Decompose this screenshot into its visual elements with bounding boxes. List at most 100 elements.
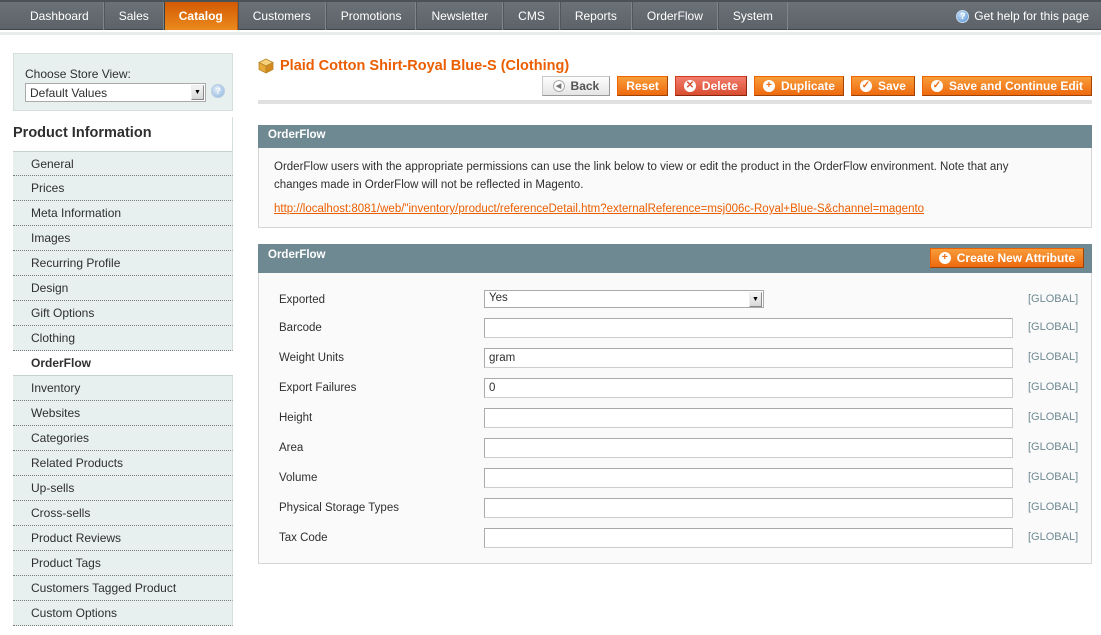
- nav-cms[interactable]: CMS: [503, 2, 560, 30]
- scope-label: [GLOBAL]: [1028, 441, 1079, 453]
- weight-units-input[interactable]: [484, 348, 1013, 368]
- height-input[interactable]: [484, 408, 1013, 428]
- tab-meta-information[interactable]: Meta Information: [13, 201, 233, 226]
- nav-reports[interactable]: Reports: [559, 2, 632, 30]
- tab-cross-sells[interactable]: Cross-sells: [13, 501, 233, 526]
- form-row-exported: Exported Yes ▼ [GLOBAL]: [259, 290, 1091, 312]
- store-view-select[interactable]: Default Values ▼: [25, 83, 206, 102]
- exported-select[interactable]: Yes ▼: [484, 290, 764, 308]
- tab-recurring-profile[interactable]: Recurring Profile: [13, 251, 233, 276]
- check-circle-icon: ✓: [930, 80, 943, 92]
- height-label: Height: [279, 412, 313, 424]
- physical-storage-types-input[interactable]: [484, 498, 1013, 518]
- volume-label: Volume: [279, 472, 318, 484]
- nav-system[interactable]: System: [717, 2, 788, 30]
- nav-dashboard[interactable]: Dashboard: [16, 2, 104, 30]
- help-link[interactable]: ? Get help for this page: [956, 2, 1089, 30]
- nav-promotions[interactable]: Promotions: [325, 2, 417, 30]
- close-circle-icon: ✕: [683, 80, 696, 92]
- orderflow-attrs-heading: OrderFlow: [268, 249, 326, 261]
- nav-customers[interactable]: Customers: [237, 2, 326, 30]
- scope-label: [GLOBAL]: [1028, 471, 1079, 483]
- delete-button-label: Delete: [701, 79, 738, 93]
- scope-label: [GLOBAL]: [1028, 501, 1079, 513]
- top-navigation: Dashboard Sales Catalog Customers Promot…: [0, 0, 1101, 35]
- create-new-attribute-button[interactable]: + Create New Attribute: [929, 248, 1084, 268]
- export-failures-label: Export Failures: [279, 382, 357, 394]
- save-button[interactable]: ✓ Save: [850, 76, 915, 96]
- plus-circle-icon: +: [762, 80, 775, 92]
- orderflow-attrs-body: Exported Yes ▼ [GLOBAL] Barcode [GLOBAL]…: [258, 273, 1092, 564]
- duplicate-button[interactable]: + Duplicate: [753, 76, 844, 96]
- tab-inventory[interactable]: Inventory: [13, 376, 233, 401]
- tax-code-input[interactable]: [484, 528, 1013, 548]
- orderflow-info-header: OrderFlow: [258, 125, 1092, 148]
- chevron-down-icon: ▼: [749, 292, 762, 307]
- tab-clothing[interactable]: Clothing: [13, 326, 233, 351]
- nav-underbar: [0, 32, 1101, 35]
- tab-images[interactable]: Images: [13, 226, 233, 251]
- barcode-label: Barcode: [279, 322, 322, 334]
- weight-units-label: Weight Units: [279, 352, 344, 364]
- tab-prices[interactable]: Prices: [13, 176, 233, 201]
- tab-customers-tagged-product[interactable]: Customers Tagged Product: [13, 576, 233, 601]
- tab-up-sells[interactable]: Up-sells: [13, 476, 233, 501]
- nav-catalog[interactable]: Catalog: [163, 2, 238, 30]
- product-tabs: General Prices Meta Information Images R…: [13, 151, 233, 626]
- scope-label: [GLOBAL]: [1028, 381, 1079, 393]
- form-row-barcode: Barcode [GLOBAL]: [259, 318, 1091, 340]
- store-switcher: Choose Store View: Default Values ▼ ?: [13, 53, 233, 111]
- create-new-attribute-label: Create New Attribute: [956, 251, 1075, 265]
- scope-label: [GLOBAL]: [1028, 293, 1079, 305]
- orderflow-attrs-header: OrderFlow + Create New Attribute: [258, 244, 1092, 273]
- tab-orderflow[interactable]: OrderFlow: [13, 351, 233, 376]
- title-separator: [258, 100, 1092, 104]
- orderflow-info-body: OrderFlow users with the appropriate per…: [258, 148, 1092, 228]
- duplicate-button-label: Duplicate: [780, 79, 835, 93]
- orderflow-info-line1: OrderFlow users with the appropriate per…: [274, 161, 1009, 173]
- reset-button-label: Reset: [626, 79, 659, 93]
- scope-label: [GLOBAL]: [1028, 351, 1079, 363]
- form-row-area: Area [GLOBAL]: [259, 438, 1091, 460]
- orderflow-info-line2: changes made in OrderFlow will not be re…: [274, 179, 584, 191]
- tab-related-products[interactable]: Related Products: [13, 451, 233, 476]
- export-failures-input[interactable]: [484, 378, 1013, 398]
- tab-product-tags[interactable]: Product Tags: [13, 551, 233, 576]
- tab-gift-options[interactable]: Gift Options: [13, 301, 233, 326]
- tab-product-reviews[interactable]: Product Reviews: [13, 526, 233, 551]
- delete-button[interactable]: ✕ Delete: [674, 76, 747, 96]
- tax-code-label: Tax Code: [279, 532, 328, 544]
- save-button-label: Save: [877, 79, 906, 93]
- help-link-label: Get help for this page: [974, 9, 1089, 23]
- page-title: Plaid Cotton Shirt-Royal Blue-S (Clothin…: [258, 58, 569, 74]
- tab-websites[interactable]: Websites: [13, 401, 233, 426]
- help-circle-icon[interactable]: ?: [211, 84, 225, 98]
- exported-label: Exported: [279, 294, 326, 306]
- area-input[interactable]: [484, 438, 1013, 458]
- tab-general[interactable]: General: [13, 151, 233, 176]
- tab-design[interactable]: Design: [13, 276, 233, 301]
- form-row-volume: Volume [GLOBAL]: [259, 468, 1091, 490]
- reset-button[interactable]: Reset: [617, 76, 668, 96]
- orderflow-info-heading: OrderFlow: [268, 129, 326, 141]
- tab-categories[interactable]: Categories: [13, 426, 233, 451]
- tab-custom-options[interactable]: Custom Options: [13, 601, 233, 626]
- orderflow-reference-link[interactable]: http://localhost:8081/web/"inventory/pro…: [274, 203, 924, 215]
- scope-label: [GLOBAL]: [1028, 321, 1079, 333]
- volume-input[interactable]: [484, 468, 1013, 488]
- nav-orderflow[interactable]: OrderFlow: [631, 2, 718, 30]
- scope-label: [GLOBAL]: [1028, 411, 1079, 423]
- form-row-export-failures: Export Failures [GLOBAL]: [259, 378, 1091, 400]
- plus-circle-icon: +: [938, 252, 951, 264]
- form-actions: ◀ Back Reset ✕ Delete + Duplicate ✓ Save…: [541, 76, 1092, 96]
- save-continue-button[interactable]: ✓ Save and Continue Edit: [921, 76, 1092, 96]
- nav-sales[interactable]: Sales: [103, 2, 164, 30]
- nav-newsletter[interactable]: Newsletter: [416, 2, 504, 30]
- chevron-down-icon: ▼: [191, 85, 204, 100]
- form-row-weight-units: Weight Units [GLOBAL]: [259, 348, 1091, 370]
- back-button[interactable]: ◀ Back: [541, 76, 611, 96]
- barcode-input[interactable]: [484, 318, 1013, 338]
- product-box-icon: [258, 58, 274, 74]
- exported-value: Yes: [489, 292, 508, 304]
- store-view-label: Choose Store View:: [25, 67, 131, 81]
